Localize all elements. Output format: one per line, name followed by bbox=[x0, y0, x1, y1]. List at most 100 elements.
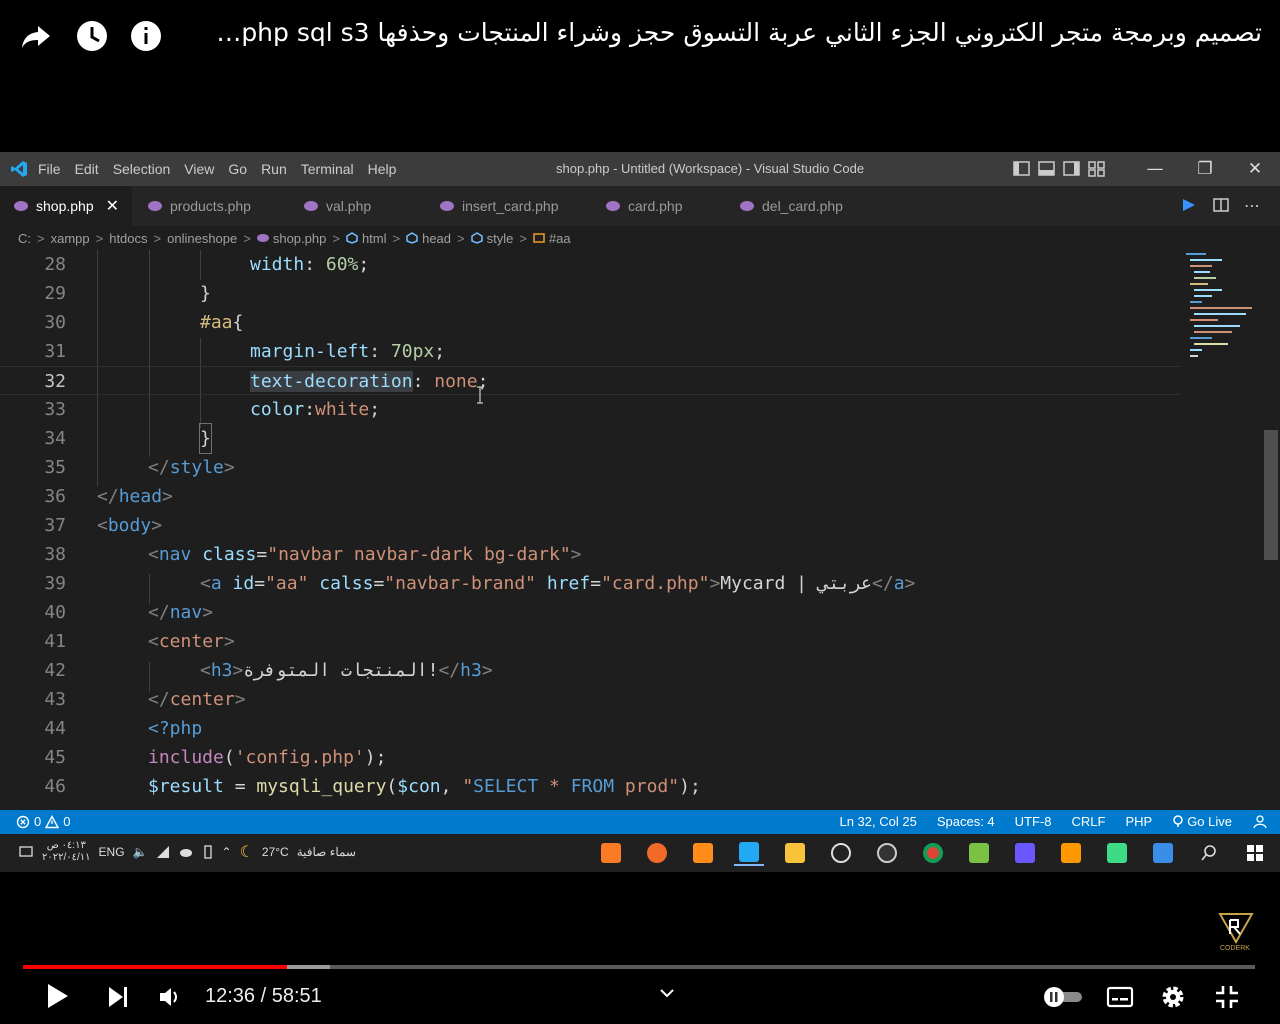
android-studio-icon[interactable] bbox=[1102, 840, 1132, 866]
go-live-label: Go Live bbox=[1187, 814, 1232, 829]
tab-shop-php[interactable]: shop.php ✕ bbox=[0, 186, 132, 226]
share-icon[interactable] bbox=[18, 18, 54, 54]
encoding[interactable]: UTF-8 bbox=[1015, 814, 1052, 829]
exit-fullscreen-icon[interactable] bbox=[1214, 984, 1240, 1010]
css-value: 70px bbox=[390, 341, 435, 362]
line-ending[interactable]: CRLF bbox=[1072, 814, 1106, 829]
toggle-panel-icon[interactable] bbox=[1037, 159, 1056, 178]
info-icon[interactable] bbox=[128, 18, 164, 54]
php-file-icon bbox=[606, 201, 620, 211]
breadcrumb-item[interactable]: shop.php bbox=[273, 231, 327, 246]
tab-card-php[interactable]: card.php bbox=[592, 186, 726, 226]
restore-icon[interactable]: ❐ bbox=[1180, 152, 1230, 186]
windows-start-icon[interactable] bbox=[1240, 840, 1270, 866]
menu-go[interactable]: Go bbox=[228, 161, 247, 177]
customize-layout-icon[interactable] bbox=[1087, 159, 1106, 178]
menu-terminal[interactable]: Terminal bbox=[301, 161, 354, 177]
app-blue-icon[interactable] bbox=[1148, 840, 1178, 866]
code-line: 41 <center> bbox=[0, 627, 1180, 656]
menu-view[interactable]: View bbox=[184, 161, 214, 177]
xampp-icon[interactable] bbox=[596, 840, 626, 866]
menu-file[interactable]: File bbox=[38, 161, 61, 177]
vscode-taskbar-icon[interactable] bbox=[734, 840, 764, 866]
problems-indicator[interactable]: 0 0 bbox=[16, 814, 70, 829]
account-icon[interactable] bbox=[1252, 814, 1268, 829]
phpstorm-icon[interactable] bbox=[1010, 840, 1040, 866]
temperature[interactable]: 27°C bbox=[262, 845, 289, 859]
autoplay-toggle-icon[interactable] bbox=[1042, 986, 1084, 1008]
weather-text[interactable]: سماء صافية bbox=[297, 845, 356, 859]
breadcrumb-item[interactable]: htdocs bbox=[109, 231, 147, 246]
breadcrumb-item[interactable]: html bbox=[362, 231, 387, 246]
chevron-right-icon: > bbox=[519, 230, 527, 246]
go-live-button[interactable]: Go Live bbox=[1172, 814, 1232, 829]
code-editor[interactable]: 28 width: 60%; 29 } 30 #aa{ 31 margin-le… bbox=[0, 250, 1280, 808]
file-explorer-icon[interactable] bbox=[780, 840, 810, 866]
watch-later-icon[interactable] bbox=[74, 18, 110, 54]
network-icon[interactable] bbox=[156, 845, 170, 859]
breadcrumb-item[interactable]: onlineshope bbox=[167, 231, 237, 246]
tab-insert-card-php[interactable]: insert_card.php bbox=[426, 186, 592, 226]
cloud-icon[interactable] bbox=[178, 846, 194, 858]
menu-selection[interactable]: Selection bbox=[113, 161, 171, 177]
usb-icon[interactable] bbox=[202, 845, 214, 859]
html-tag: h3 bbox=[460, 660, 482, 681]
chevron-right-icon: > bbox=[457, 230, 465, 246]
html-attribute: href bbox=[546, 573, 591, 594]
split-editor-icon[interactable] bbox=[1212, 196, 1230, 214]
video-title[interactable]: تصميم وبرمجة متجر الكتروني الجزء الثاني … bbox=[216, 18, 1262, 47]
tab-del-card-php[interactable]: del_card.php bbox=[726, 186, 876, 226]
search-app-icon[interactable] bbox=[872, 840, 902, 866]
editor-scrollbar[interactable] bbox=[1264, 430, 1278, 560]
breadcrumb-item[interactable]: #aa bbox=[549, 231, 571, 246]
language-indicator[interactable]: ENG bbox=[99, 845, 125, 859]
clock[interactable]: ٠٤:١٣ ص ٢٠٢٢/٠٤/١١ bbox=[42, 840, 91, 864]
next-icon[interactable] bbox=[106, 985, 130, 1009]
language-mode[interactable]: PHP bbox=[1125, 814, 1152, 829]
volume-icon[interactable] bbox=[158, 986, 182, 1008]
html-tag: head bbox=[118, 486, 163, 507]
code-line: 44 <?php bbox=[0, 714, 1180, 743]
tab-products-php[interactable]: products.php bbox=[134, 186, 286, 226]
video-progress-bar[interactable] bbox=[23, 965, 1255, 969]
clock-date: ٢٠٢٢/٠٤/١١ bbox=[42, 852, 91, 863]
time-separator: / bbox=[255, 985, 272, 1007]
notification-icon[interactable] bbox=[18, 844, 34, 860]
toggle-secondary-sidebar-icon[interactable] bbox=[1062, 159, 1081, 178]
breadcrumb-item[interactable]: xampp bbox=[51, 231, 90, 246]
volume-icon[interactable]: 🔈 bbox=[133, 845, 148, 859]
chevron-down-icon[interactable] bbox=[658, 986, 676, 1000]
cursor-position[interactable]: Ln 32, Col 25 bbox=[839, 814, 916, 829]
symbol-class-icon bbox=[533, 233, 545, 243]
more-actions-icon[interactable]: ⋯ bbox=[1244, 196, 1260, 215]
breadcrumb-item[interactable]: C: bbox=[18, 231, 31, 246]
breadcrumb-item[interactable]: style bbox=[487, 231, 514, 246]
subtitles-icon[interactable] bbox=[1106, 986, 1134, 1008]
settings-gear-icon[interactable] bbox=[1160, 984, 1186, 1010]
run-icon[interactable] bbox=[1180, 196, 1198, 214]
toggle-sidebar-icon[interactable] bbox=[1012, 159, 1031, 178]
close-window-icon[interactable]: ✕ bbox=[1230, 152, 1280, 186]
app-orange-icon[interactable] bbox=[688, 840, 718, 866]
settings-app-icon[interactable] bbox=[642, 840, 672, 866]
tab-val-php[interactable]: val.php bbox=[290, 186, 426, 226]
camtasia-icon[interactable] bbox=[964, 840, 994, 866]
play-icon[interactable] bbox=[44, 982, 70, 1010]
code-line-current: 32 text-decoration: none; bbox=[0, 366, 1180, 395]
chevron-up-icon[interactable]: ⌃ bbox=[222, 845, 232, 859]
minimize-icon[interactable]: — bbox=[1130, 152, 1180, 186]
menu-run[interactable]: Run bbox=[261, 161, 287, 177]
text-cursor-icon bbox=[477, 386, 483, 404]
menu-help[interactable]: Help bbox=[368, 161, 397, 177]
clock-app-icon[interactable] bbox=[826, 840, 856, 866]
php-file-icon bbox=[148, 201, 162, 211]
search-icon[interactable] bbox=[1194, 840, 1224, 866]
minimap[interactable] bbox=[1182, 250, 1260, 380]
close-tab-icon[interactable]: ✕ bbox=[106, 196, 119, 216]
css-value: white bbox=[315, 399, 370, 420]
breadcrumb-item[interactable]: head bbox=[422, 231, 451, 246]
chrome-icon[interactable] bbox=[918, 840, 948, 866]
indentation[interactable]: Spaces: 4 bbox=[937, 814, 995, 829]
menu-edit[interactable]: Edit bbox=[75, 161, 99, 177]
sublime-icon[interactable] bbox=[1056, 840, 1086, 866]
